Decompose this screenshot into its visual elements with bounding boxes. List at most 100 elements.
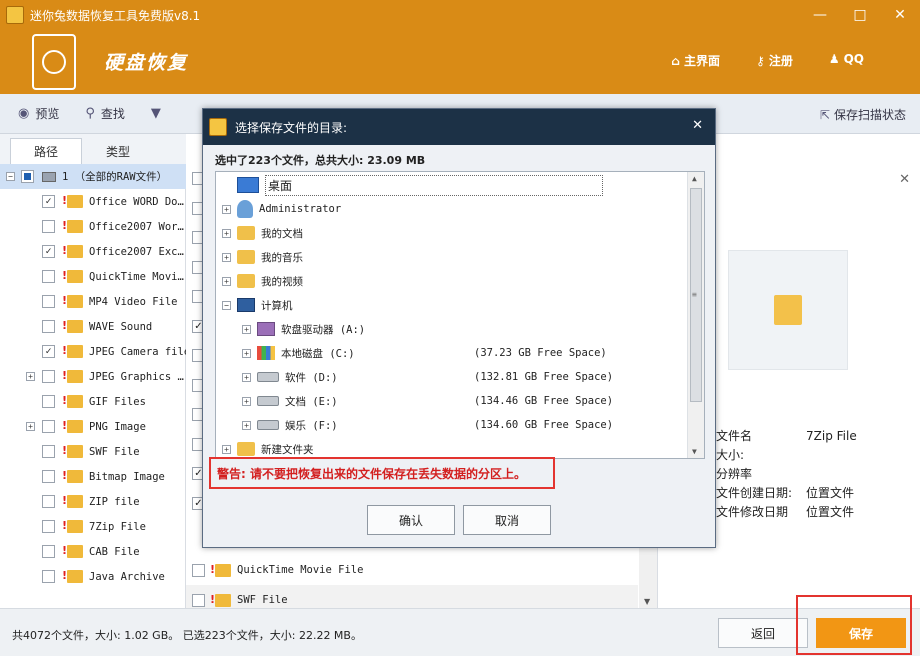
maximize-button[interactable]: □ <box>840 0 880 30</box>
close-window-button[interactable]: ✕ <box>880 0 920 30</box>
folder-icon: ! <box>62 369 83 383</box>
tree-item-checkbox[interactable] <box>42 495 55 508</box>
collapse-toggle[interactable]: − <box>6 172 15 181</box>
directory-node[interactable]: + 文档 (E:) (134.46 GB Free Space) <box>242 389 686 413</box>
expand-toggle[interactable]: + <box>242 372 251 382</box>
expand-toggle[interactable]: + <box>222 228 231 238</box>
tree-item[interactable]: +! PNG Image <box>0 414 146 439</box>
tree-item-checkbox[interactable]: ✓ <box>42 195 55 208</box>
expand-toggle[interactable]: + <box>222 252 231 262</box>
tree-item[interactable]: ! Bitmap Image <box>0 464 165 489</box>
tree-item[interactable]: ✓! Office WORD Do… <box>0 189 184 214</box>
window-title: 迷你兔数据恢复工具免费版v8.1 <box>30 8 201 23</box>
search-icon: ⚲ <box>85 106 95 121</box>
tree-item[interactable]: ✓! Office2007 Exc… <box>0 239 184 264</box>
tree-item-checkbox[interactable] <box>42 370 55 383</box>
expand-toggle[interactable]: + <box>26 422 35 431</box>
tree-item-checkbox[interactable] <box>42 420 55 433</box>
list-item[interactable]: ! QuickTime Movie File <box>186 555 638 585</box>
tree-item-checkbox[interactable] <box>42 320 55 333</box>
tree-item-checkbox[interactable] <box>42 545 55 558</box>
drive-icon <box>257 420 279 430</box>
tree-item[interactable]: +! JPEG Graphics … <box>0 364 184 389</box>
nav-home[interactable]: ⌂ 主界面 <box>671 52 720 69</box>
tree-item-checkbox[interactable] <box>42 520 55 533</box>
tree-item[interactable]: ✓! JPEG Camera file <box>0 339 190 364</box>
cancel-button[interactable]: 取消 <box>463 505 551 535</box>
close-preview-icon[interactable]: ✕ <box>899 172 910 187</box>
dialog-close-button[interactable]: ✕ <box>692 118 703 133</box>
scroll-up-icon[interactable]: ▲ <box>692 174 697 183</box>
folder-icon: ! <box>62 219 83 233</box>
folder-icon: ! <box>62 444 83 458</box>
save-scan-state-button[interactable]: ⇱ 保存扫描状态 <box>820 106 906 123</box>
minimize-button[interactable]: — <box>800 0 840 30</box>
scroll-down-icon[interactable]: ▼ <box>692 447 697 456</box>
tree-item[interactable]: ! 7Zip File <box>0 514 146 539</box>
drive-icon <box>42 171 56 182</box>
filter-icon: ▼ <box>150 106 161 121</box>
directory-scrollbar[interactable]: ▲ ≡ ▼ <box>687 172 704 458</box>
confirm-button[interactable]: 确认 <box>367 505 455 535</box>
directory-node[interactable]: + 娱乐 (F:) (134.60 GB Free Space) <box>242 413 686 437</box>
expand-toggle[interactable]: + <box>242 324 251 334</box>
tree-item[interactable]: ! MP4 Video File <box>0 289 178 314</box>
directory-node[interactable]: 桌面 <box>222 173 686 197</box>
tree-item[interactable]: ! ZIP file <box>0 489 140 514</box>
tree-item[interactable]: ! CAB File <box>0 539 140 564</box>
scroll-down-icon[interactable]: ▼ <box>644 597 650 606</box>
root-checkbox[interactable] <box>21 170 34 183</box>
directory-node[interactable]: − 计算机 <box>222 293 686 317</box>
list-item-checkbox[interactable] <box>192 563 205 577</box>
collapse-toggle[interactable]: − <box>222 300 231 310</box>
expand-toggle[interactable]: + <box>222 276 231 286</box>
expand-toggle[interactable]: + <box>26 372 35 381</box>
status-text: 共4072个文件，大小: 1.02 GB。 已选223个文件，大小: 22.22… <box>12 629 362 642</box>
tree-item-checkbox[interactable] <box>42 270 55 283</box>
tree-item-checkbox[interactable] <box>42 470 55 483</box>
tree-item-checkbox[interactable] <box>42 395 55 408</box>
tree-root[interactable]: − 1 （全部的RAW文件） <box>0 164 186 189</box>
tab-path[interactable]: 路径 <box>10 138 82 164</box>
directory-node[interactable]: + Administrator <box>222 197 686 221</box>
directory-node[interactable]: + 我的视频 <box>222 269 686 293</box>
nav-qq[interactable]: ♟ QQ <box>829 52 864 69</box>
tree-item-checkbox[interactable] <box>42 570 55 583</box>
tree-item-checkbox[interactable]: ✓ <box>42 345 55 358</box>
expand-toggle[interactable]: + <box>242 396 251 406</box>
directory-node[interactable]: + 软件 (D:) (132.81 GB Free Space) <box>242 365 686 389</box>
save-button[interactable]: 保存 <box>816 618 906 648</box>
app-header: 硬盘恢复 ⌂ 主界面 ⚷ 注册 ♟ QQ <box>0 30 920 94</box>
tab-type[interactable]: 类型 <box>82 138 154 164</box>
preview-button[interactable]: ◉ 预览 <box>18 105 59 122</box>
list-item-checkbox[interactable] <box>192 593 205 607</box>
expand-toggle[interactable]: + <box>222 444 231 454</box>
filter-button[interactable]: ▼ <box>151 106 167 121</box>
directory-node[interactable]: + 软盘驱动器 (A:) <box>242 317 686 341</box>
preview-thumbnail <box>728 250 848 370</box>
tree-item[interactable]: ! GIF Files <box>0 389 146 414</box>
tree-item[interactable]: ! Office2007 Wor… <box>0 214 184 239</box>
directory-node[interactable]: + 我的音乐 <box>222 245 686 269</box>
tree-item-checkbox[interactable] <box>42 445 55 458</box>
expand-toggle[interactable]: + <box>222 204 231 214</box>
directory-node[interactable]: + 本地磁盘 (C:) (37.23 GB Free Space) <box>242 341 686 365</box>
nav-register[interactable]: ⚷ 注册 <box>756 52 793 69</box>
tree-item[interactable]: ! Java Archive <box>0 564 165 589</box>
tree-item[interactable]: ! SWF File <box>0 439 140 464</box>
folder-icon: ! <box>62 494 83 508</box>
tree-item-checkbox[interactable] <box>42 295 55 308</box>
search-button[interactable]: ⚲ 查找 <box>85 105 125 122</box>
directory-node[interactable]: + 我的文档 <box>222 221 686 245</box>
file-type-tree: − 1 （全部的RAW文件） ✓! Office WORD Do…! Office2… <box>0 164 190 608</box>
back-button[interactable]: 返回 <box>718 618 808 648</box>
tree-item[interactable]: ! WAVE Sound <box>0 314 152 339</box>
tree-item-checkbox[interactable] <box>42 220 55 233</box>
expand-toggle[interactable]: + <box>242 420 251 430</box>
qq-icon: ♟ <box>828 52 840 66</box>
tree-item[interactable]: ! QuickTime Movi… <box>0 264 184 289</box>
folder-icon: ! <box>62 244 83 258</box>
tree-item-checkbox[interactable]: ✓ <box>42 245 55 258</box>
expand-toggle[interactable]: + <box>242 348 251 358</box>
directory-node[interactable]: + 新建文件夹 <box>222 437 686 458</box>
